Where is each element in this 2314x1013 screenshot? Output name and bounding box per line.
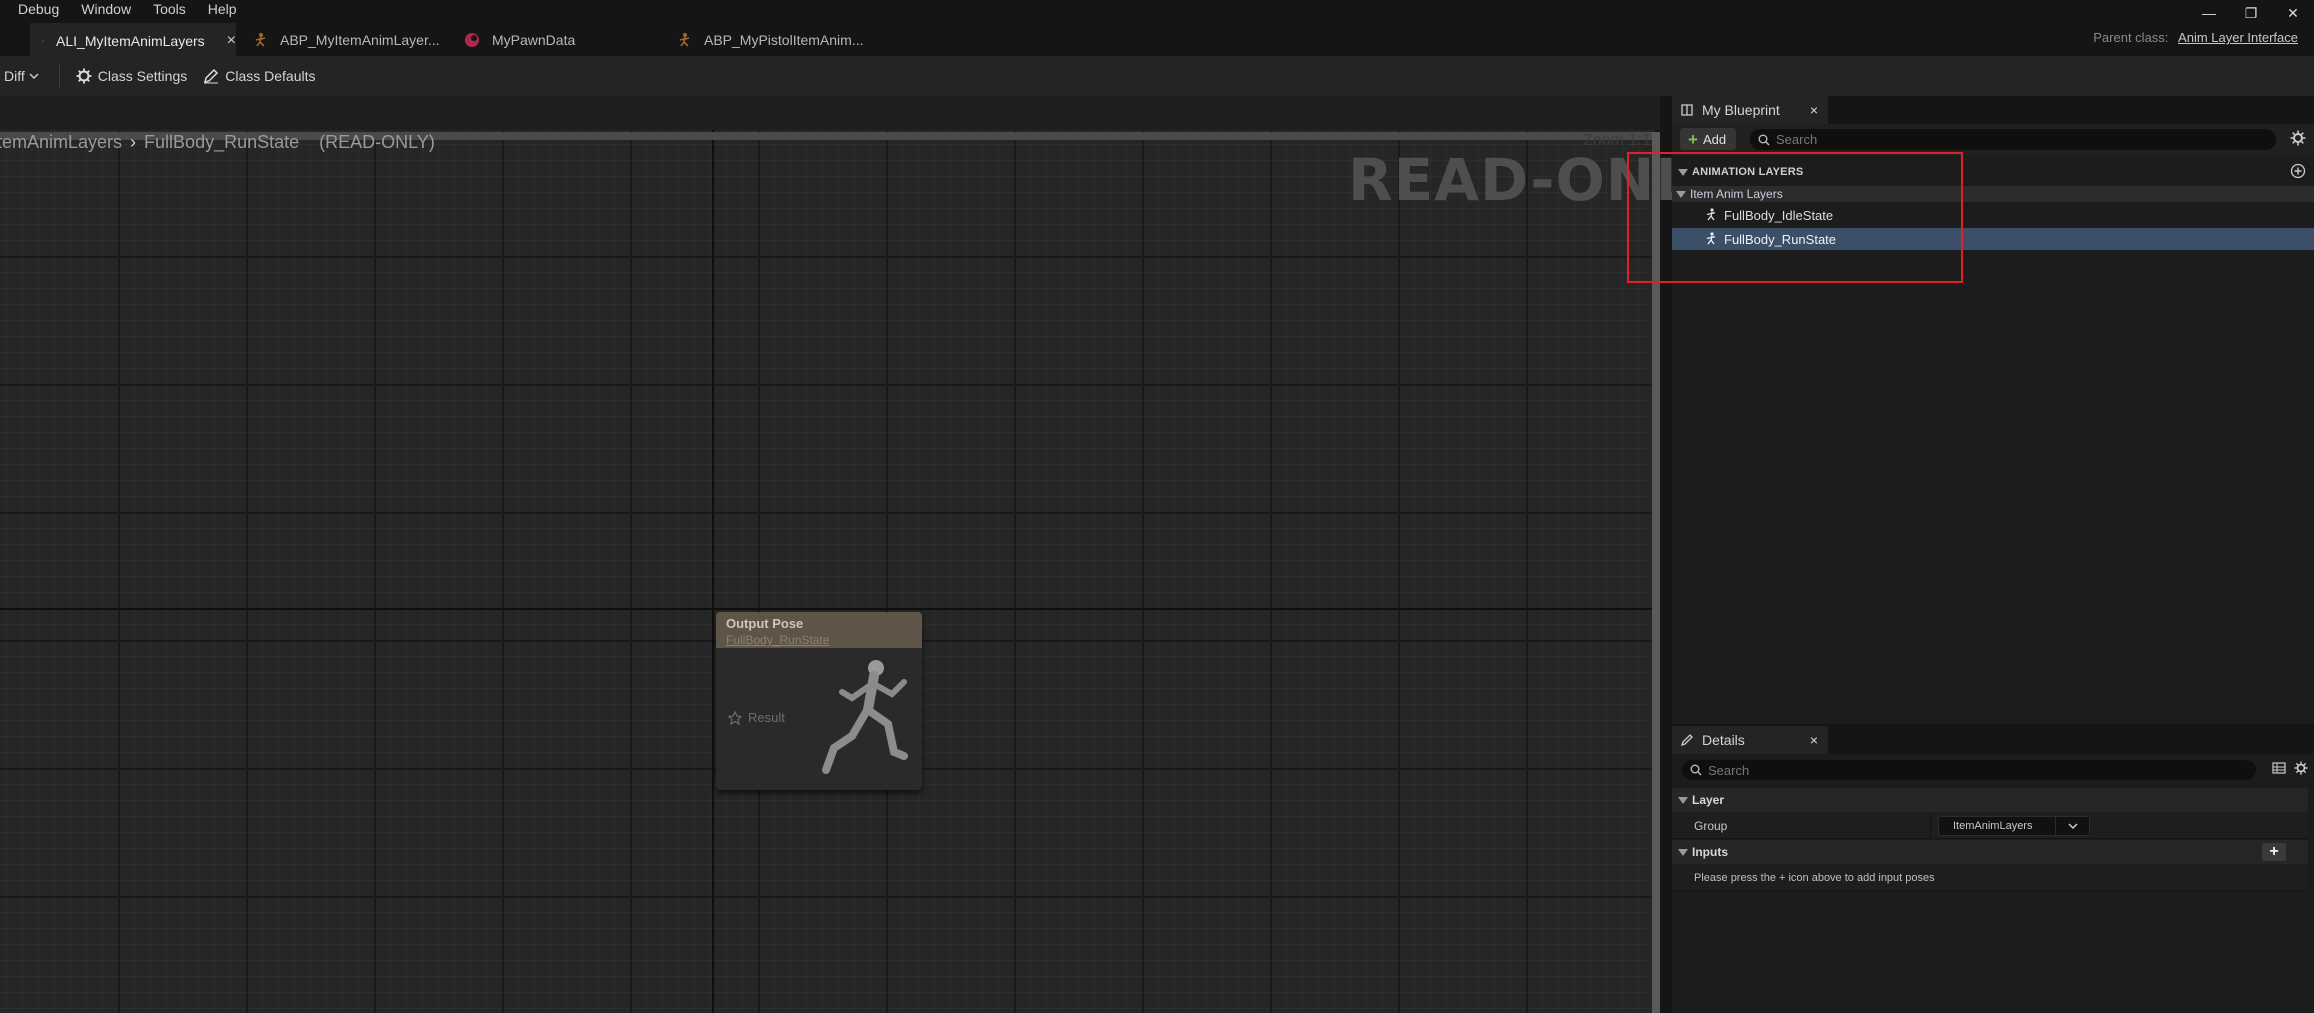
- pin-label: Result: [748, 710, 785, 725]
- tab-abp-myitemanimlayer[interactable]: ABP_MyItemAnimLayer...: [240, 23, 440, 56]
- group-combo-box[interactable]: ItemAnimLayers: [1938, 816, 2090, 836]
- tab-abp-mypistolitemanim[interactable]: ABP_MyPistolItemAnim...: [664, 23, 884, 56]
- anim-graph-canvas[interactable]: [0, 130, 1656, 1013]
- class-defaults-label: Class Defaults: [225, 68, 316, 84]
- inputs-category-header[interactable]: Inputs +: [1672, 840, 2308, 864]
- panel-tab-label: My Blueprint: [1702, 102, 1780, 118]
- tab-details[interactable]: Details ×: [1672, 726, 1828, 754]
- output-pose-node[interactable]: Output Pose FullBody_RunState Result: [716, 612, 922, 790]
- tab-label: ABP_MyItemAnimLayer...: [280, 31, 440, 48]
- close-panel-icon[interactable]: ×: [1810, 732, 1818, 748]
- search-icon: [1758, 134, 1770, 146]
- running-mannequin-icon: [822, 660, 908, 774]
- blueprint-search-input[interactable]: [1776, 132, 2243, 147]
- tab-mypawndata[interactable]: MyPawnData: [452, 23, 652, 56]
- breadcrumb-root[interactable]: ItemAnimLayers: [0, 132, 122, 153]
- node-title: Output Pose: [726, 616, 804, 631]
- result-pin[interactable]: Result: [728, 710, 785, 725]
- inputs-hint: Please press the + icon above to add inp…: [1694, 871, 1935, 884]
- settings-gear-icon[interactable]: [2290, 130, 2306, 146]
- anim-layer-interface-icon: [42, 39, 44, 42]
- book-icon: [1681, 104, 1693, 116]
- menu-debug[interactable]: Debug: [18, 1, 59, 17]
- tab-label: ALI_MyItemAnimLayers: [56, 32, 205, 49]
- pose-pin-icon: [728, 710, 742, 725]
- gear-icon: [76, 68, 92, 84]
- parent-class-info: Parent class: Anim Layer Interface: [2093, 30, 2298, 45]
- category-label: Inputs: [1692, 845, 1728, 859]
- add-button[interactable]: + Add: [1680, 128, 1736, 150]
- menu-window[interactable]: Window: [81, 1, 131, 17]
- details-search-input[interactable]: [1708, 762, 2218, 778]
- parent-class-label: Parent class:: [2093, 30, 2169, 45]
- breadcrumb-chevron-icon: ›: [130, 131, 137, 152]
- data-asset-icon: [465, 32, 479, 47]
- class-settings-button[interactable]: Class Settings: [76, 68, 187, 84]
- details-body: Layer Group ItemAnimLayers Inputs + Plea…: [1672, 754, 2314, 1013]
- search-icon: [1690, 764, 1702, 776]
- toolbar-divider: [58, 63, 60, 89]
- graph-origin-vertical: [712, 130, 714, 1013]
- category-label: Layer: [1692, 793, 1725, 807]
- document-tab-bar: ALI_MyItemAnimLayers × ABP_MyItemAnimLay…: [0, 20, 2314, 56]
- graph-header-strip: [0, 96, 1660, 130]
- diff-label: Diff: [4, 68, 25, 84]
- class-defaults-button[interactable]: Class Defaults: [203, 68, 316, 84]
- details-tabbar: Details ×: [1672, 726, 2314, 754]
- add-input-pose-button[interactable]: +: [2262, 843, 2286, 861]
- details-search-box: [1682, 760, 2256, 780]
- close-panel-icon[interactable]: ×: [1810, 102, 1818, 118]
- table-view-icon[interactable]: [2272, 761, 2286, 775]
- pencil-icon: [204, 68, 219, 84]
- graph-breadcrumb: ItemAnimLayers › FullBody_RunState (READ…: [0, 130, 435, 154]
- plus-icon: +: [1688, 129, 1698, 149]
- inputs-hint-row: Please press the + icon above to add inp…: [1672, 865, 2308, 891]
- tab-ali-myitemanimlayers[interactable]: ALI_MyItemAnimLayers ×: [30, 23, 236, 56]
- details-view-options: [2264, 761, 2308, 775]
- panel-tab-label: Details: [1702, 732, 1745, 748]
- graph-origin-horizontal: [0, 608, 1656, 610]
- class-settings-label: Class Settings: [97, 68, 188, 84]
- tab-label: MyPawnData: [492, 31, 576, 48]
- collapse-arrow-icon: [1678, 848, 1688, 856]
- tab-label: ABP_MyPistolItemAnim...: [704, 31, 864, 48]
- property-label: Group: [1694, 818, 1728, 833]
- add-label: Add: [1702, 131, 1727, 147]
- menu-bar: Debug Window Tools Help: [0, 0, 2314, 18]
- blueprint-search-box: [1750, 129, 2276, 150]
- settings-gear-icon[interactable]: [2294, 761, 2308, 775]
- anim-blueprint-icon: [679, 32, 690, 47]
- my-blueprint-tabbar: My Blueprint ×: [1672, 96, 2314, 124]
- group-property-row: Group ItemAnimLayers: [1672, 813, 2308, 839]
- close-tab-icon[interactable]: ×: [227, 32, 236, 50]
- collapse-arrow-icon: [1678, 796, 1688, 804]
- breadcrumb-leaf[interactable]: FullBody_RunState: [144, 132, 299, 153]
- layer-category-header[interactable]: Layer: [1672, 788, 2308, 812]
- node-header: Output Pose FullBody_RunState: [716, 612, 922, 648]
- my-blueprint-panel: My Blueprint ×: [1672, 96, 2314, 124]
- group-value: ItemAnimLayers: [1953, 820, 2033, 832]
- column-divider: [1930, 813, 1931, 839]
- chevron-down-icon: [2055, 817, 2089, 835]
- menu-tools[interactable]: Tools: [153, 1, 186, 17]
- tab-my-blueprint[interactable]: My Blueprint ×: [1672, 96, 1828, 124]
- editor-toolbar: Diff Class Settings Class Defaults: [0, 56, 2314, 96]
- chevron-down-icon: [29, 73, 39, 80]
- diff-button[interactable]: Diff: [4, 68, 45, 84]
- menu-help[interactable]: Help: [208, 1, 237, 17]
- anim-blueprint-icon: [255, 32, 266, 47]
- pencil-icon: [1680, 734, 1693, 747]
- annotation-highlight-box: [1627, 152, 1963, 283]
- readonly-tag: (READ-ONLY): [319, 131, 435, 152]
- add-layer-icon[interactable]: [2290, 163, 2306, 179]
- node-subtitle: FullBody_RunState: [726, 633, 830, 647]
- parent-class-link[interactable]: Anim Layer Interface: [2178, 30, 2298, 45]
